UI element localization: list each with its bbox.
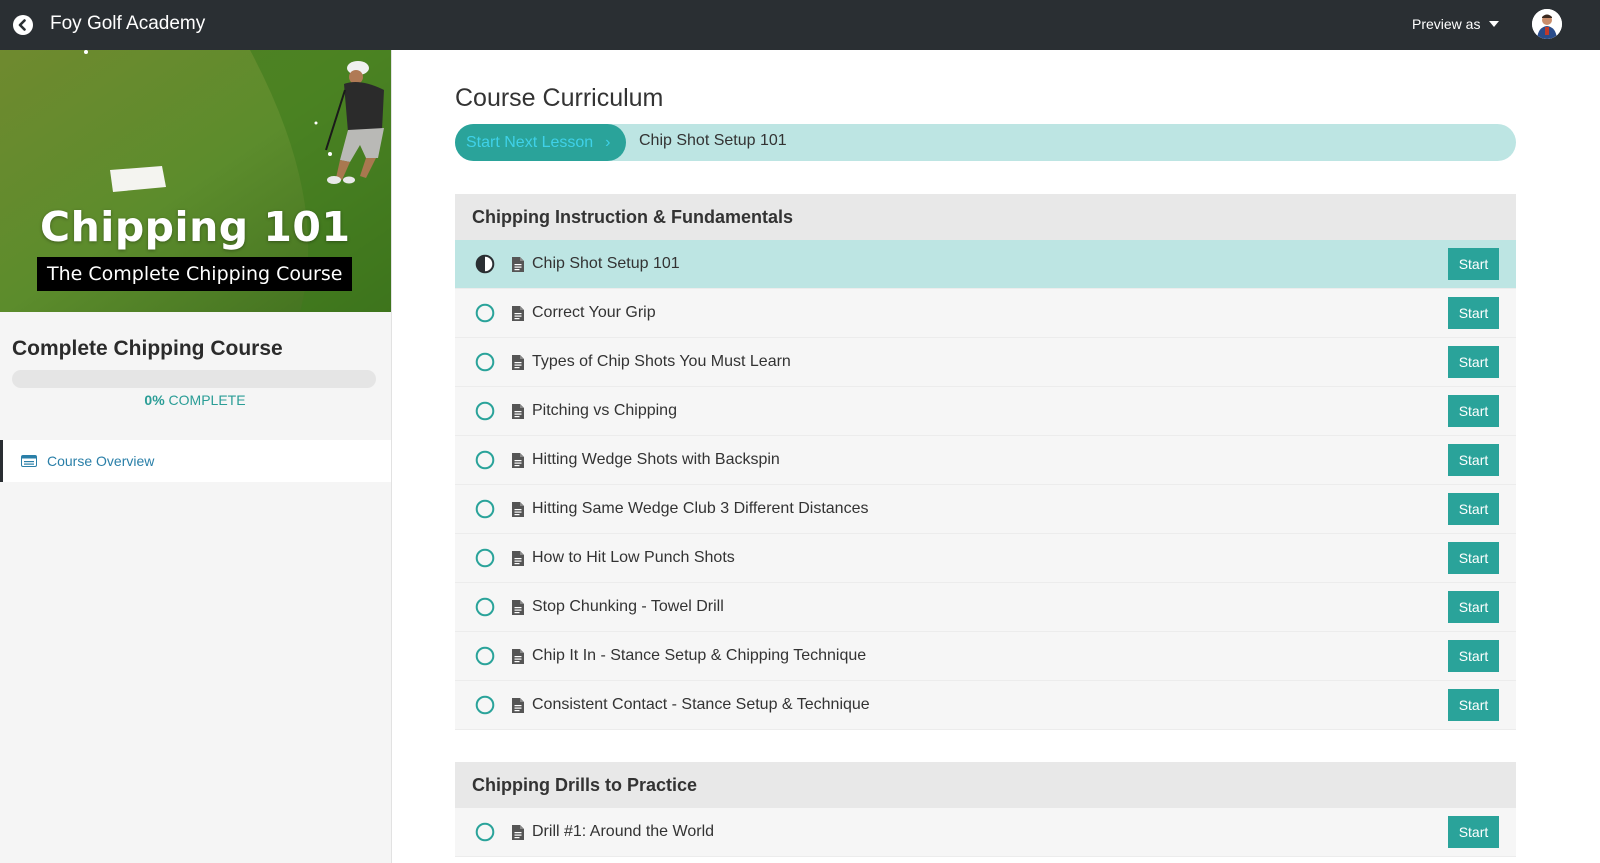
start-lesson-button[interactable]: Start <box>1448 689 1499 721</box>
section-title: Chipping Instruction & Fundamentals <box>455 194 1516 240</box>
lesson-row[interactable]: Pitching vs Chipping Start <box>455 387 1516 436</box>
hero-subtitle: The Complete Chipping Course <box>37 257 353 291</box>
half-circle-progress-icon <box>475 254 495 274</box>
document-icon <box>512 502 524 517</box>
start-lesson-button[interactable]: Start <box>1448 493 1499 525</box>
start-lesson-button[interactable]: Start <box>1448 395 1499 427</box>
empty-circle-icon <box>475 401 495 421</box>
empty-circle-icon <box>475 695 495 715</box>
progress-label: COMPLETE <box>168 392 246 408</box>
lesson-row[interactable]: Consistent Contact - Stance Setup & Tech… <box>455 681 1516 730</box>
sidebar-item-label: Course Overview <box>47 453 155 469</box>
hero-title: Chipping 101 <box>40 203 351 251</box>
section-title: Chipping Drills to Practice <box>455 762 1516 808</box>
lesson-title: Stop Chunking - Towel Drill <box>532 598 724 615</box>
user-avatar[interactable] <box>1532 9 1562 39</box>
empty-circle-icon <box>475 499 495 519</box>
progress-percent: 0% <box>144 392 165 408</box>
empty-circle-icon <box>475 303 495 323</box>
caret-down-icon <box>1489 21 1500 27</box>
lesson-title: Hitting Wedge Shots with Backspin <box>532 451 780 468</box>
empty-circle-icon <box>475 352 495 372</box>
progress-bar <box>12 370 376 388</box>
document-icon <box>512 306 524 321</box>
lesson-row[interactable]: Chip Shot Setup 101 Start <box>455 240 1516 289</box>
document-icon <box>512 600 524 615</box>
start-lesson-button[interactable]: Start <box>1448 640 1499 672</box>
empty-circle-icon <box>475 646 495 666</box>
start-next-lesson-button[interactable]: Start Next Lesson › <box>455 124 626 161</box>
lesson-title: Consistent Contact - Stance Setup & Tech… <box>532 696 870 713</box>
lesson-title: Drill #1: Around the World <box>532 823 715 840</box>
lesson-row[interactable]: Drill #1: Around the World Start <box>455 808 1516 857</box>
lesson-row[interactable]: Hitting Wedge Shots with Backspin Start <box>455 436 1516 485</box>
start-lesson-button[interactable]: Start <box>1448 816 1499 848</box>
preview-as-dropdown[interactable]: Preview as <box>1412 16 1500 32</box>
sidebar-item-course-overview[interactable]: Course Overview <box>0 440 391 482</box>
top-navbar: Foy Golf Academy Preview as <box>0 0 1600 50</box>
document-icon <box>512 698 524 713</box>
empty-circle-icon <box>475 597 495 617</box>
chevron-right-icon: › <box>605 133 611 151</box>
empty-circle-icon <box>475 450 495 470</box>
lesson-row[interactable]: Correct Your Grip Start <box>455 289 1516 338</box>
sidebar: Chipping 101 The Complete Chipping Cours… <box>0 50 392 863</box>
start-lesson-button[interactable]: Start <box>1448 444 1499 476</box>
document-icon <box>512 825 524 840</box>
lesson-title: Pitching vs Chipping <box>532 402 677 419</box>
lesson-row[interactable]: Stop Chunking - Towel Drill Start <box>455 583 1516 632</box>
course-name: Complete Chipping Course <box>12 337 283 360</box>
next-lesson-title: Chip Shot Setup 101 <box>639 132 787 149</box>
app-title: Foy Golf Academy <box>50 13 206 34</box>
lesson-row[interactable]: Hitting Same Wedge Club 3 Different Dist… <box>455 485 1516 534</box>
lesson-title: Chip Shot Setup 101 <box>532 255 680 272</box>
empty-circle-icon <box>475 548 495 568</box>
back-arrow-icon[interactable] <box>13 15 33 35</box>
document-icon <box>512 355 524 370</box>
lesson-title: Hitting Same Wedge Club 3 Different Dist… <box>532 500 869 517</box>
lesson-row[interactable]: How to Hit Low Punch Shots Start <box>455 534 1516 583</box>
course-hero-image: Chipping 101 The Complete Chipping Cours… <box>0 50 391 312</box>
lesson-title: Types of Chip Shots You Must Learn <box>532 353 791 370</box>
curriculum-section: Chipping Drills to Practice Drill #1: Aro… <box>455 762 1516 857</box>
start-lesson-button[interactable]: Start <box>1448 542 1499 574</box>
lesson-row[interactable]: Types of Chip Shots You Must Learn Start <box>455 338 1516 387</box>
next-lesson-bar: Start Next Lesson › Chip Shot Setup 101 <box>455 124 1516 161</box>
document-icon <box>512 453 524 468</box>
preview-as-label: Preview as <box>1412 16 1481 32</box>
start-lesson-button[interactable]: Start <box>1448 591 1499 623</box>
lesson-title: Correct Your Grip <box>532 304 656 321</box>
lesson-row[interactable]: Chip It In - Stance Setup & Chipping Tec… <box>455 632 1516 681</box>
lesson-title: Chip It In - Stance Setup & Chipping Tec… <box>532 647 867 664</box>
lesson-title: How to Hit Low Punch Shots <box>532 549 735 566</box>
start-lesson-button[interactable]: Start <box>1448 248 1499 280</box>
start-lesson-button[interactable]: Start <box>1448 346 1499 378</box>
start-next-lesson-label: Start Next Lesson <box>466 133 594 151</box>
document-icon <box>512 404 524 419</box>
card-list-icon <box>21 455 37 467</box>
document-icon <box>512 551 524 566</box>
start-lesson-button[interactable]: Start <box>1448 297 1499 329</box>
curriculum-section: Chipping Instruction & Fundamentals Chip … <box>455 194 1516 730</box>
document-icon <box>512 257 524 272</box>
progress-text: 0% COMPLETE <box>0 392 390 408</box>
page-title: Course Curriculum <box>455 84 664 112</box>
empty-circle-icon <box>475 822 495 842</box>
document-icon <box>512 649 524 664</box>
